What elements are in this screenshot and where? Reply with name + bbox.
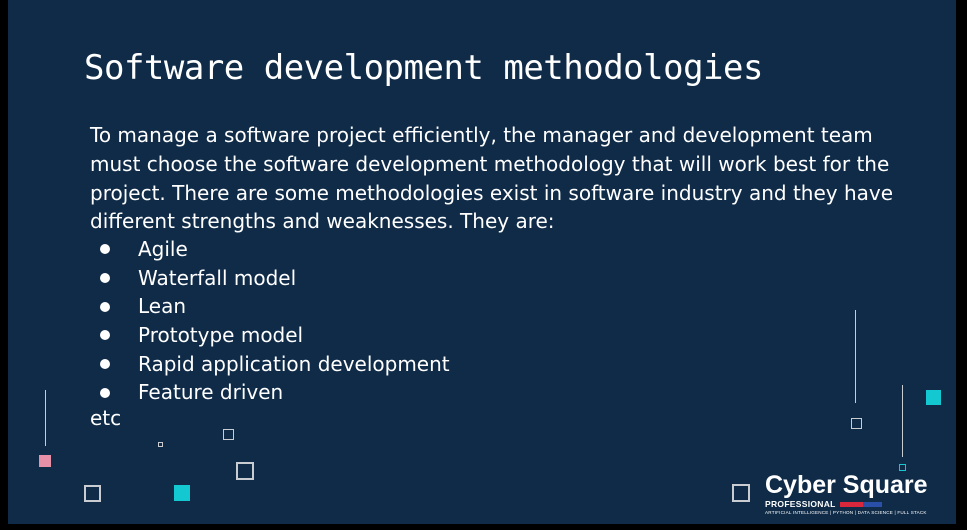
slide-title: Software development methodologies [84,48,763,88]
list-item: Feature driven [96,378,450,407]
bullet-icon [100,387,110,398]
list-item: Waterfall model [96,264,450,293]
logo-name: Cyber Square [765,471,928,499]
logo-color-bar [839,501,882,507]
teal-square-icon [174,485,190,501]
list-item: Prototype model [96,321,450,350]
methodology-list: Agile Waterfall model Lean Prototype mod… [96,235,450,407]
decorative-line [855,310,856,403]
outline-square-icon [732,484,750,502]
list-item-label: Waterfall model [138,265,297,290]
bullet-icon [100,330,110,341]
bullet-icon [100,273,110,284]
logo-tier: PROFESSIONAL [765,499,836,509]
trailing-text: etc [90,406,122,430]
bullet-icon [100,301,110,312]
list-item-label: Rapid application development [138,351,450,376]
intro-paragraph: To manage a software project efficiently… [90,123,894,234]
teal-square-icon [926,390,941,405]
bullet-icon [100,359,110,370]
outline-square-icon [223,429,234,440]
list-item-label: Feature driven [138,380,284,405]
pink-square-icon [39,455,51,467]
bullet-icon [100,244,110,255]
list-item-label: Agile [138,237,188,261]
list-item: Lean [96,292,450,321]
list-item-label: Lean [138,294,187,319]
slide: Software development methodologies To ma… [8,0,956,524]
outline-square-icon [851,418,862,429]
outline-square-icon [236,462,254,480]
decorative-line [902,385,903,457]
cyber-square-logo: Cyber Square PROFESSIONAL ARTIFICIAL INT… [765,472,928,515]
outline-square-icon [899,464,906,471]
logo-tier-row: PROFESSIONAL [765,499,928,509]
list-item: Agile [96,235,450,264]
logo-tagline: ARTIFICIAL INTELLIGENCE | PYTHON | DATA … [765,510,927,515]
decorative-line [45,390,46,446]
list-item-label: Prototype model [138,323,304,348]
outline-square-icon [158,442,163,447]
outline-square-icon [84,485,101,502]
list-item: Rapid application development [96,350,450,379]
